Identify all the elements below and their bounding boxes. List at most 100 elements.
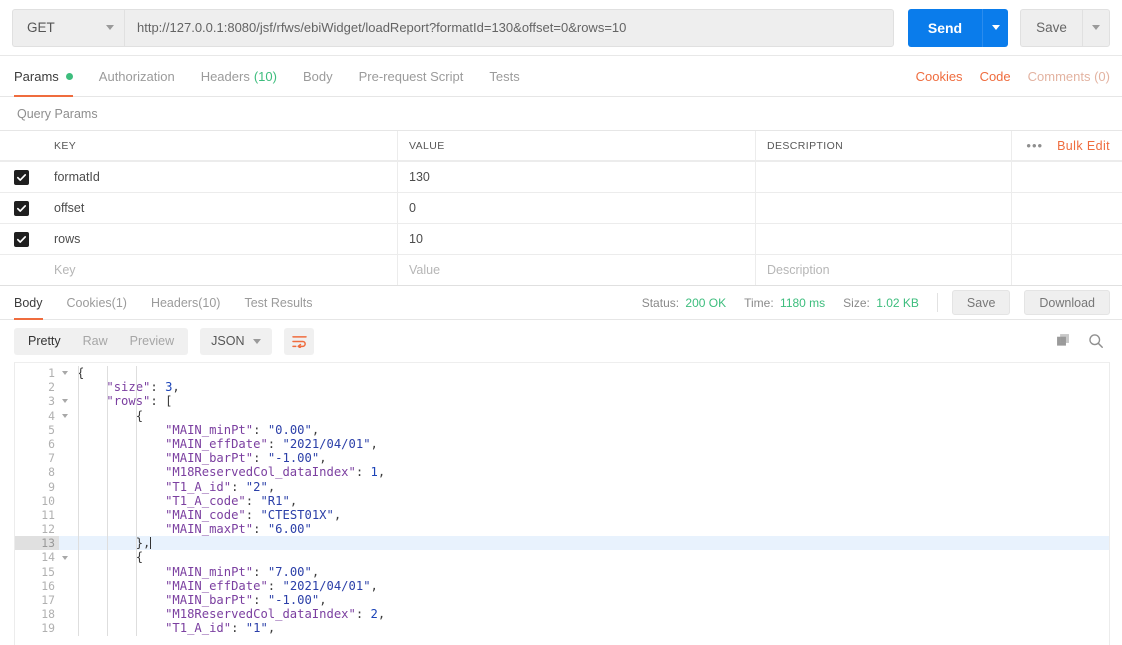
param-key-input[interactable]: offset bbox=[43, 193, 398, 223]
word-wrap-button[interactable] bbox=[284, 327, 315, 355]
response-tab-body[interactable]: Body bbox=[14, 286, 55, 320]
tab-authorization[interactable]: Authorization bbox=[86, 56, 188, 96]
response-body-toolbar: Pretty Raw Preview JSON bbox=[0, 320, 1122, 362]
request-url-value: http://127.0.0.1:8080/jsf/rfws/ebiWidget… bbox=[137, 20, 627, 35]
tab-label: Headers bbox=[200, 68, 250, 84]
param-description-input[interactable] bbox=[756, 193, 1012, 223]
code-line[interactable]: 11 "MAIN_code": "CTEST01X", bbox=[15, 507, 1109, 523]
checkbox-checked-icon[interactable] bbox=[14, 169, 29, 185]
code-line[interactable]: 15 "MAIN_minPt": "7.00", bbox=[15, 564, 1109, 579]
http-method-value: GET bbox=[27, 20, 55, 35]
code-line[interactable]: 12 "MAIN_maxPt": "6.00" bbox=[15, 522, 1109, 537]
response-tab-test-results[interactable]: Test Results bbox=[232, 286, 324, 319]
line-number: 3 bbox=[15, 394, 68, 409]
code-link[interactable]: Code bbox=[980, 69, 1011, 84]
save-response-button[interactable]: Save bbox=[951, 290, 1011, 315]
json-code-block[interactable]: 1{2 "size": 3,3 "rows": [4 {5 "MAIN_minP… bbox=[15, 363, 1109, 636]
new-param-value-input[interactable]: Value bbox=[398, 255, 756, 285]
response-tab-cookies[interactable]: Cookies (1) bbox=[55, 286, 139, 319]
response-format-value: JSON bbox=[211, 334, 245, 348]
code-line[interactable]: 17 "MAIN_barPt": "-1.00", bbox=[15, 593, 1109, 608]
code-line[interactable]: 19 "T1_A_id": "1", bbox=[15, 621, 1109, 636]
code-line[interactable]: 4 { bbox=[15, 408, 1109, 423]
param-description-input[interactable] bbox=[756, 162, 1012, 192]
tab-badge: (10) bbox=[198, 295, 221, 310]
row-actions bbox=[1012, 224, 1122, 254]
save-button-group: Save bbox=[1020, 8, 1110, 47]
table-row: rows 10 bbox=[0, 223, 1122, 254]
line-number: 13 bbox=[15, 536, 59, 551]
param-key-input[interactable]: formatId bbox=[43, 162, 398, 192]
view-mode-preview[interactable]: Preview bbox=[119, 328, 185, 355]
param-value-input[interactable]: 10 bbox=[398, 224, 756, 254]
tab-headers[interactable]: Headers (10) bbox=[188, 56, 290, 96]
search-button[interactable] bbox=[1088, 333, 1104, 349]
line-number: 8 bbox=[15, 465, 59, 480]
param-value-input[interactable]: 0 bbox=[398, 193, 756, 223]
request-url-input[interactable]: http://127.0.0.1:8080/jsf/rfws/ebiWidget… bbox=[124, 8, 894, 47]
vertical-scrollbar[interactable] bbox=[1100, 363, 1108, 645]
code-line[interactable]: 3 "rows": [ bbox=[15, 394, 1109, 409]
query-params-table: KEY VALUE DESCRIPTION ••• Bulk Edit form… bbox=[0, 130, 1122, 285]
code-line[interactable]: 7 "MAIN_barPt": "-1.00", bbox=[15, 451, 1109, 466]
indent-guide bbox=[106, 366, 108, 636]
code-line[interactable]: 2 "size": 3, bbox=[15, 380, 1109, 395]
line-number: 7 bbox=[15, 451, 59, 466]
line-number: 16 bbox=[15, 578, 59, 593]
new-param-description-input[interactable]: Description bbox=[756, 255, 1012, 285]
tab-pre-request-script[interactable]: Pre-request Script bbox=[346, 56, 477, 96]
download-response-button[interactable]: Download bbox=[1024, 290, 1110, 315]
checkbox-checked-icon[interactable] bbox=[14, 231, 29, 247]
send-options-button[interactable] bbox=[982, 8, 1008, 47]
send-button[interactable]: Send bbox=[908, 8, 982, 47]
code-line[interactable]: 8 "M18ReservedCol_dataIndex": 1, bbox=[15, 465, 1109, 480]
line-number: 17 bbox=[15, 593, 59, 608]
code-line[interactable]: 6 "MAIN_effDate": "2021/04/01", bbox=[15, 436, 1109, 452]
response-body-viewer[interactable]: 1{2 "size": 3,3 "rows": [4 {5 "MAIN_minP… bbox=[14, 362, 1110, 645]
line-number: 1 bbox=[15, 366, 68, 381]
send-button-group: Send bbox=[908, 8, 1008, 47]
param-value-input[interactable]: 130 bbox=[398, 162, 756, 192]
save-options-button[interactable] bbox=[1082, 8, 1110, 47]
line-number: 14 bbox=[15, 550, 68, 565]
cookies-link[interactable]: Cookies bbox=[916, 69, 963, 84]
text-caret bbox=[150, 537, 152, 550]
response-format-select[interactable]: JSON bbox=[200, 327, 273, 355]
indent-guide bbox=[77, 366, 79, 636]
code-line[interactable]: 1{ bbox=[15, 366, 1109, 381]
tab-params[interactable]: Params bbox=[14, 56, 86, 97]
response-tab-headers[interactable]: Headers (10) bbox=[139, 286, 232, 319]
code-line[interactable]: 18 "M18ReservedCol_dataIndex": 2, bbox=[15, 607, 1109, 622]
code-line[interactable]: 10 "T1_A_code": "R1", bbox=[15, 493, 1109, 508]
more-options-icon[interactable]: ••• bbox=[1026, 138, 1043, 153]
tab-tests[interactable]: Tests bbox=[476, 56, 532, 96]
code-line[interactable]: 16 "MAIN_effDate": "2021/04/01", bbox=[15, 578, 1109, 593]
http-method-select[interactable]: GET bbox=[12, 8, 124, 47]
response-meta: Status: 200 OK Time: 1180 ms Size: 1.02 … bbox=[624, 286, 1110, 319]
checkbox-checked-icon[interactable] bbox=[14, 200, 29, 216]
view-mode-pretty[interactable]: Pretty bbox=[17, 328, 72, 355]
line-number: 5 bbox=[15, 422, 59, 437]
view-mode-raw[interactable]: Raw bbox=[72, 328, 119, 355]
copy-button[interactable] bbox=[1056, 333, 1072, 349]
size-value: 1.02 KB bbox=[876, 295, 919, 310]
table-row-empty: Key Value Description bbox=[0, 254, 1122, 285]
new-param-key-input[interactable]: Key bbox=[43, 255, 398, 285]
table-row: formatId 130 bbox=[0, 161, 1122, 192]
code-line-text: "MAIN_effDate": "2021/04/01", bbox=[165, 578, 378, 593]
code-line[interactable]: 14 { bbox=[15, 550, 1109, 565]
code-line[interactable]: 13 }, bbox=[15, 536, 1109, 551]
line-number: 11 bbox=[15, 507, 59, 523]
code-line[interactable]: 5 "MAIN_minPt": "0.00", bbox=[15, 422, 1109, 437]
comments-link[interactable]: Comments (0) bbox=[1028, 69, 1110, 84]
code-line-text: "MAIN_barPt": "-1.00", bbox=[165, 451, 327, 466]
code-line[interactable]: 9 "T1_A_id": "2", bbox=[15, 479, 1109, 494]
tab-body[interactable]: Body bbox=[290, 56, 346, 96]
save-request-button[interactable]: Save bbox=[1020, 8, 1082, 47]
param-description-input[interactable] bbox=[756, 224, 1012, 254]
bulk-edit-button[interactable]: Bulk Edit bbox=[1057, 139, 1110, 153]
header-checkbox-cell bbox=[0, 131, 43, 160]
param-key-input[interactable]: rows bbox=[43, 224, 398, 254]
divider bbox=[936, 293, 938, 312]
tab-label: Params bbox=[14, 68, 59, 84]
